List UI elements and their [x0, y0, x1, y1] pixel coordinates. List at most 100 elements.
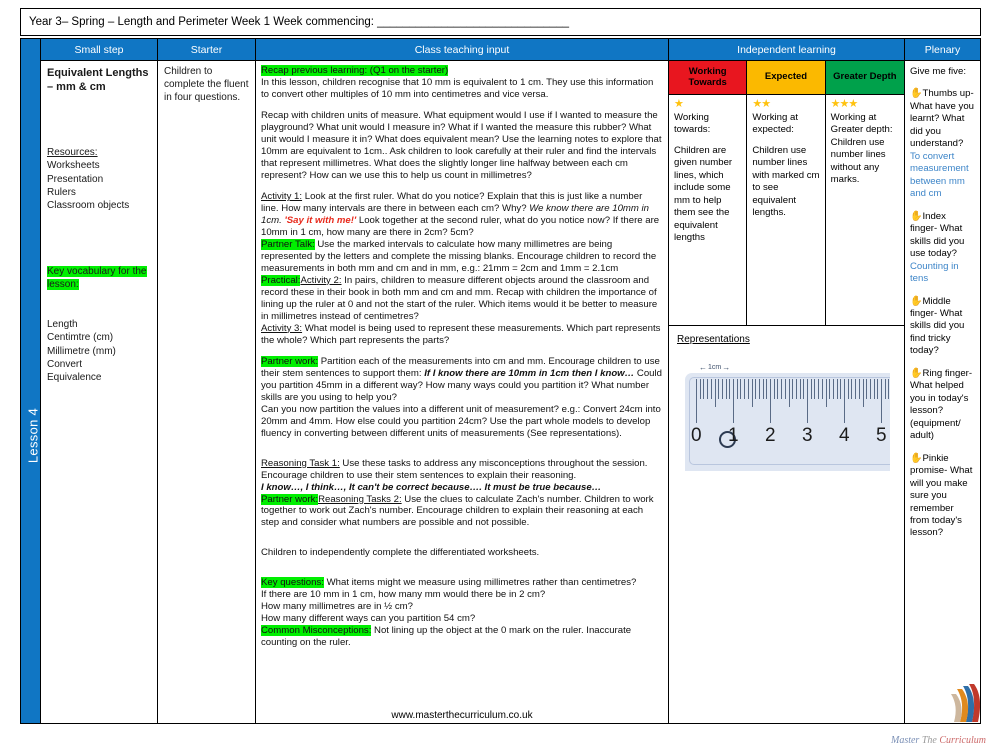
- ruler-tick: [777, 379, 779, 399]
- ruler-tick: [888, 379, 890, 399]
- logo-word-the: The: [921, 735, 937, 746]
- ruler-number: 0: [691, 425, 702, 446]
- plenary-answer: Counting in tens: [910, 260, 959, 285]
- ruler-tick: [851, 379, 853, 399]
- plenary-item: ✋Thumbs up- What have you learnt? What d…: [910, 87, 975, 200]
- ruler-tick: [866, 379, 868, 399]
- convert-paragraph: Can you now partition the values into a …: [261, 403, 661, 439]
- attainment-bands: Working Towards ★ Working towards: Child…: [669, 61, 904, 326]
- column-plenary: Plenary Give me five: ✋Thumbs up- What h…: [905, 39, 980, 723]
- ruler-tick: [755, 379, 757, 399]
- band-expected: Expected ★★ Working at expected: Childre…: [747, 61, 826, 325]
- small-step-title: Equivalent Lengths – mm & cm: [47, 67, 149, 94]
- activity-1-paragraph: Activity 1: Look at the first ruler. Wha…: [261, 191, 662, 239]
- plenary-intro: Give me five:: [910, 66, 966, 77]
- ruler-tick: [803, 379, 805, 399]
- ruler-number: 3: [802, 425, 813, 446]
- plenary-answer: To convert measurement between mm and cm: [910, 150, 969, 200]
- star-rating-icon: ★: [674, 98, 684, 110]
- activity-2-label: Activity 2:: [300, 274, 342, 286]
- arrow-right-icon: →: [722, 363, 731, 372]
- ruler-tick: [784, 379, 786, 399]
- key-questions-paragraph: Key questions: What items might we measu…: [261, 577, 662, 589]
- representations-heading: Representations: [677, 334, 750, 345]
- plenary-body: Give me five: ✋Thumbs up- What have you …: [905, 61, 980, 545]
- partner-talk-text: Use the marked intervals to calculate ho…: [261, 238, 657, 274]
- column-class-teaching-input: Class teaching input Recap previous lear…: [256, 39, 669, 723]
- lesson-number-label: Lesson 4: [25, 407, 41, 464]
- ruler-tick: [729, 379, 731, 399]
- ruler-tick: [818, 379, 820, 399]
- activity-3-text: What model is being used to represent th…: [261, 322, 661, 346]
- master-the-curriculum-logo-icon: [951, 684, 981, 722]
- stem-sentences-line: I know…, I think…, It can't be correct b…: [261, 481, 602, 493]
- logo-word-master: Master: [890, 735, 920, 746]
- header-class-teaching-input: Class teaching input: [256, 39, 668, 61]
- practical-label: Practical:: [261, 274, 301, 286]
- ruler-tick: [781, 379, 783, 399]
- ruler-tick: [710, 379, 712, 399]
- band-subtitle: Working at expected:: [752, 112, 799, 136]
- ruler-tick: [792, 379, 794, 399]
- ruler-tick: [751, 379, 753, 407]
- header-starter: Starter: [158, 39, 255, 61]
- band-body-expected: ★★ Working at expected: Children use num…: [747, 95, 824, 325]
- resources-heading: Resources:: [47, 146, 98, 158]
- lesson-plan-page: Year 3– Spring – Length and Perimeter We…: [0, 0, 1000, 750]
- ruler-tick: [762, 379, 764, 399]
- column-small-step: Small step Equivalent Lengths – mm & cm …: [41, 39, 158, 723]
- ruler-tick: [814, 379, 816, 399]
- ruler-tick: [770, 379, 771, 423]
- key-questions-label: Key questions:: [261, 577, 324, 589]
- band-description: Children use number lines with marked cm…: [752, 144, 820, 219]
- partner-work-paragraph: Partner work: Partition each of the meas…: [261, 355, 662, 404]
- band-header-greater-depth: Greater Depth: [825, 61, 904, 95]
- key-vocabulary-block: Key vocabulary for the lesson: Length Ce…: [47, 266, 151, 385]
- list-item: Length: [47, 318, 78, 330]
- band-description: Children are given number lines, which i…: [674, 144, 733, 244]
- activity-3-label: Activity 3:: [261, 322, 303, 334]
- ruler-tick: [707, 379, 709, 399]
- recap-paragraph-2: Recap with children units of measure. Wh…: [261, 109, 662, 181]
- key-question: If there are 10 mm in 1 cm, how many mm …: [261, 589, 546, 601]
- band-description: Children use number lines without any ma…: [830, 136, 886, 186]
- ruler-tick: [844, 379, 845, 423]
- ruler-tick: [799, 379, 801, 399]
- list-item: Rulers: [47, 186, 76, 198]
- ruler-tick: [721, 379, 723, 399]
- plenary-item: ✋Ring finger- What helped you in today's…: [910, 367, 975, 443]
- band-body-greater-depth: ★★★ Working at Greater depth: Children u…: [826, 95, 904, 325]
- ruler-tick: [847, 379, 849, 399]
- logo-wordmark: Master The Curriculum: [891, 735, 986, 746]
- stem-sentence-bold: If I know there are 10mm in 1cm then I k…: [424, 367, 635, 379]
- misconceptions-label: Common Misconceptions:: [261, 625, 372, 637]
- list-item: Equivalence: [47, 372, 102, 384]
- ruler-tick: [873, 379, 875, 399]
- plenary-item: ✋Index finger- What skills did you use t…: [910, 210, 975, 286]
- plenary-item: ✋Pinkie promise- What will you make sure…: [910, 452, 975, 540]
- lesson-number-sidebar: Lesson 4: [21, 39, 41, 723]
- worksheets-line: Children to independently complete the d…: [261, 547, 540, 559]
- ruler-tick: [795, 379, 797, 399]
- ruler-tick: [840, 379, 842, 399]
- ruler-tick: [881, 379, 882, 423]
- ruler-tick: [740, 379, 742, 399]
- ruler-tick: [821, 379, 823, 399]
- band-header-expected: Expected: [747, 61, 825, 95]
- plenary-items-list: ✋Thumbs up- What have you learnt? What d…: [910, 78, 975, 539]
- ruler-tick: [733, 379, 734, 423]
- list-item: Convert: [47, 358, 83, 370]
- ruler-tick: [877, 379, 879, 399]
- header-small-step: Small step: [41, 39, 157, 61]
- representations-section: Representations ← 1cm → 0 1 2 3 4 5: [669, 326, 904, 475]
- ruler-tick: [736, 379, 738, 399]
- lesson-plan-table: Lesson 4 Small step Equivalent Lengths –…: [20, 38, 981, 724]
- reasoning-2-label: Reasoning Tasks 2:: [318, 493, 402, 505]
- hand-thumbs-up-icon: ✋: [910, 88, 923, 100]
- band-body-working-towards: ★ Working towards: Children are given nu…: [669, 95, 746, 325]
- class-teaching-body: Recap previous learning: (Q1 on the star…: [256, 61, 668, 653]
- ruler-tick: [829, 379, 831, 399]
- ruler-number: 4: [839, 425, 850, 446]
- band-subtitle: Working at Greater depth:: [830, 112, 893, 136]
- ruler-tick: [696, 379, 697, 423]
